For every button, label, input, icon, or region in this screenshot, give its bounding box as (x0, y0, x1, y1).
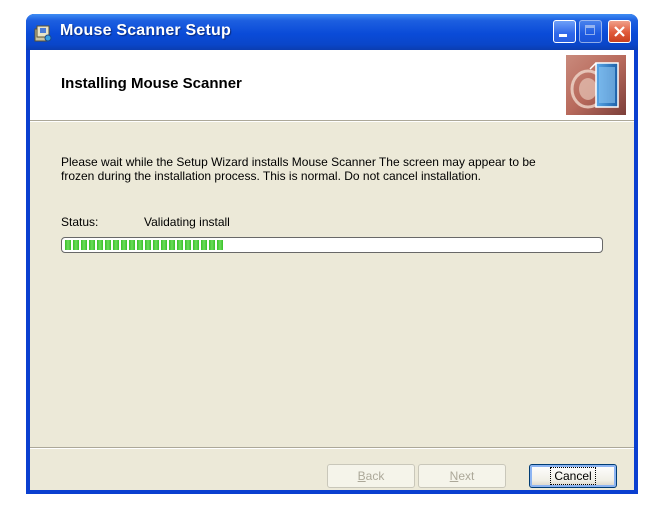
cancel-button[interactable]: Cancel (529, 464, 617, 488)
back-button-mnemonic: B (357, 469, 366, 483)
close-icon[interactable] (608, 20, 631, 43)
minimize-icon[interactable] (553, 20, 576, 43)
install-description: Please wait while the Setup Wizard insta… (61, 155, 536, 183)
footer-divider-highlight (30, 448, 634, 449)
banner-divider (30, 121, 634, 122)
header-banner: Installing Mouse Scanner (30, 50, 634, 121)
maximize-icon (579, 20, 602, 43)
back-button[interactable]: Back (327, 464, 415, 488)
cancel-button-label: Cancel (550, 467, 596, 485)
dialog-client: Installing Mouse Scanner Please wait whi… (30, 50, 634, 490)
status-value: Validating install (144, 215, 230, 229)
back-button-label: ack (365, 469, 385, 483)
window-bottom-border (26, 490, 638, 494)
install-progress-bar (61, 237, 603, 253)
next-button[interactable]: Next (418, 464, 506, 488)
setup-window: Mouse Scanner Setup Installing Mouse Sca… (26, 14, 638, 494)
setup-package-icon[interactable] (33, 23, 53, 43)
page-title: Installing Mouse Scanner (61, 75, 242, 92)
window-title: Mouse Scanner Setup (60, 22, 231, 39)
installer-disk-icon (566, 55, 626, 115)
progress-fill (65, 240, 226, 250)
title-bar[interactable]: Mouse Scanner Setup (26, 14, 638, 50)
status-label: Status: (61, 215, 99, 229)
next-button-label: ext (458, 469, 475, 483)
